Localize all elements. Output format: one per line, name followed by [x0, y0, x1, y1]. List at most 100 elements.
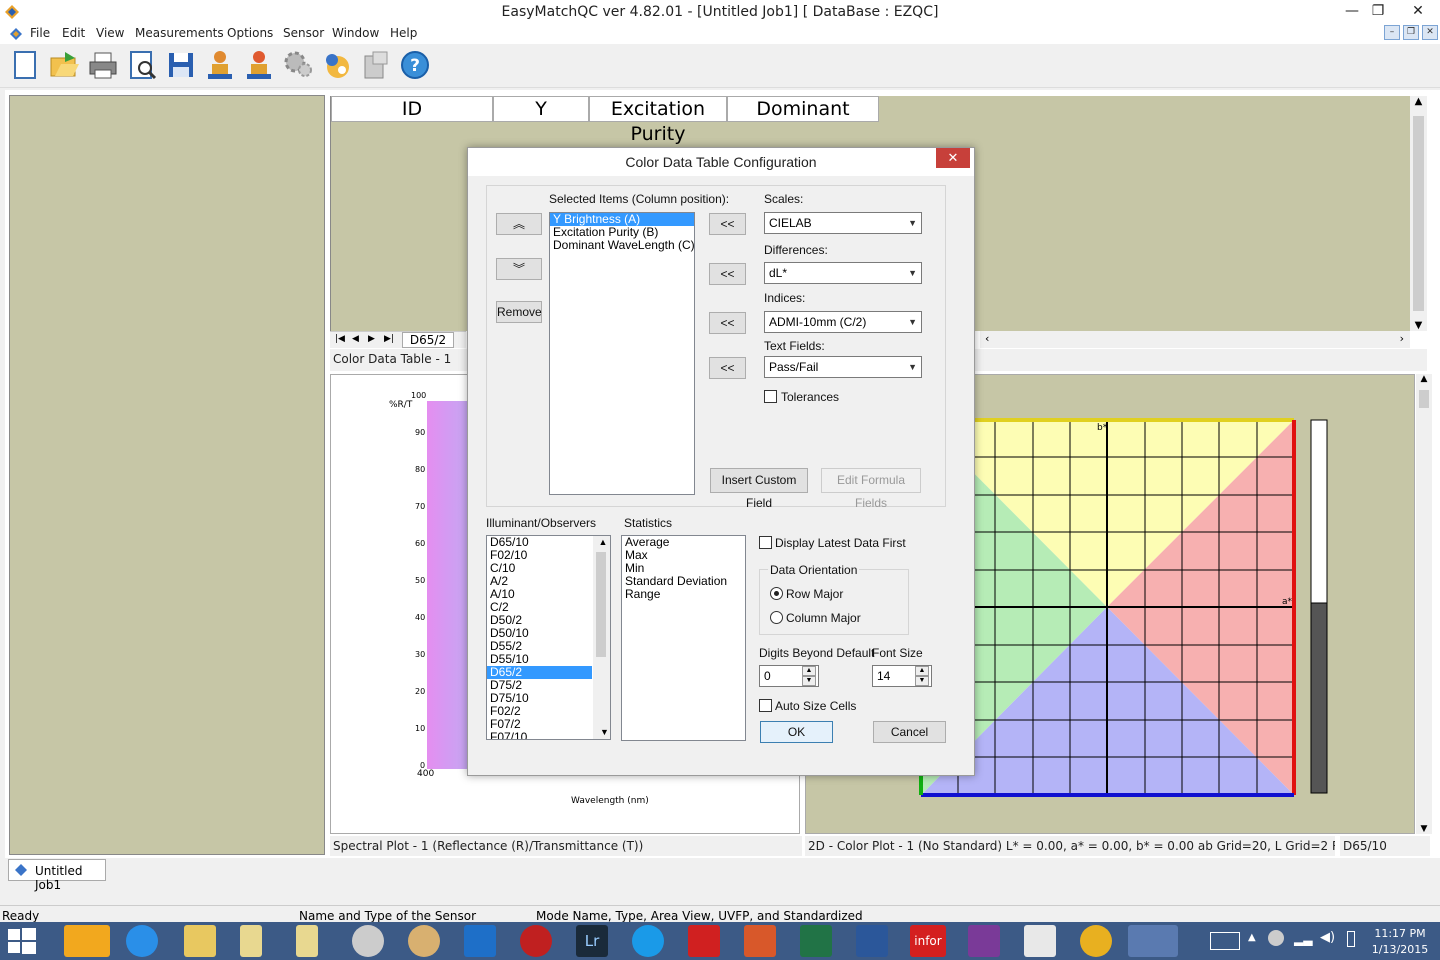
- selected-items-list[interactable]: Y Brightness (A) Excitation Purity (B) D…: [549, 212, 695, 495]
- illuminant-list[interactable]: D65/10 F02/10 C/10 A/2 A/10 C/2 D50/2 D5…: [486, 535, 611, 740]
- onenote-icon[interactable]: [968, 925, 1000, 957]
- column-major-radio[interactable]: [770, 611, 783, 624]
- open-folder-icon[interactable]: [47, 48, 81, 82]
- add-scale-button[interactable]: <<: [709, 213, 746, 235]
- pdf-icon[interactable]: [1024, 925, 1056, 957]
- excel-icon[interactable]: [800, 925, 832, 957]
- illuminant-scrollbar[interactable]: ▲ ▼: [593, 536, 610, 739]
- save-icon[interactable]: [164, 48, 198, 82]
- scroll-right-icon[interactable]: ›: [1400, 332, 1404, 345]
- app-icon[interactable]: [520, 925, 552, 957]
- ok-button[interactable]: OK: [760, 721, 833, 743]
- remove-button[interactable]: Remove: [496, 301, 542, 323]
- infor-icon[interactable]: infor: [910, 925, 946, 957]
- mdi-restore-button[interactable]: ❐: [1403, 25, 1419, 40]
- lightroom-icon[interactable]: Lr: [576, 925, 608, 957]
- mdi-minimize-button[interactable]: –: [1384, 25, 1400, 40]
- add-textfield-button[interactable]: <<: [709, 357, 746, 379]
- file-explorer-icon[interactable]: [184, 925, 216, 957]
- column-header-id[interactable]: ID: [331, 96, 493, 122]
- list-item[interactable]: Range: [622, 588, 745, 601]
- textfields-select[interactable]: Pass/Fail ▼: [764, 356, 922, 378]
- digits-up-icon[interactable]: ▲: [802, 666, 816, 676]
- calibrate-icon[interactable]: [359, 48, 393, 82]
- menu-measurements[interactable]: Measurements: [135, 26, 224, 40]
- sample-person-icon[interactable]: [242, 48, 276, 82]
- scroll-left-icon[interactable]: ‹: [985, 332, 989, 345]
- mdi-app-icon[interactable]: [8, 26, 24, 42]
- statistics-list[interactable]: Average Max Min Standard Deviation Range: [621, 535, 746, 741]
- clock-date[interactable]: 1/13/2015: [1368, 943, 1432, 956]
- chrome-icon[interactable]: [1080, 925, 1112, 957]
- job-tab-untitled-job1[interactable]: Untitled Job1: [8, 859, 106, 892]
- fontsize-up-icon[interactable]: ▲: [915, 666, 929, 676]
- table-horizontal-scrollbar[interactable]: ‹ ›: [980, 331, 1410, 348]
- list-item[interactable]: F07/10: [487, 731, 610, 740]
- add-index-button[interactable]: <<: [709, 312, 746, 334]
- menu-window[interactable]: Window: [332, 26, 379, 40]
- plot-scrollbar[interactable]: ▲ ▼: [1416, 374, 1432, 834]
- column-header-y[interactable]: Y: [493, 96, 589, 122]
- show-hidden-icon[interactable]: ▲: [1248, 932, 1256, 943]
- network-signal-icon[interactable]: ▂▃: [1294, 932, 1312, 946]
- tolerances-checkbox[interactable]: [764, 390, 777, 403]
- move-down-button[interactable]: ︾: [496, 258, 542, 280]
- digits-down-icon[interactable]: ▼: [802, 676, 816, 686]
- next-sheet-icon[interactable]: ▶: [368, 334, 375, 344]
- scales-select[interactable]: CIELAB ▼: [764, 212, 922, 234]
- acrobat-icon[interactable]: [688, 925, 720, 957]
- close-window-button[interactable]: ✕: [1396, 0, 1440, 24]
- first-sheet-icon[interactable]: |◀: [335, 334, 345, 344]
- powerpoint-icon[interactable]: [744, 925, 776, 957]
- sensor-icon[interactable]: [320, 48, 354, 82]
- paint-icon[interactable]: [408, 925, 440, 957]
- standard-person-icon[interactable]: [203, 48, 237, 82]
- notes-icon[interactable]: [240, 925, 262, 957]
- volume-icon[interactable]: ◀): [1320, 930, 1335, 945]
- print-preview-icon[interactable]: [125, 48, 159, 82]
- skype-icon[interactable]: [632, 925, 664, 957]
- prev-sheet-icon[interactable]: ◀: [352, 334, 359, 344]
- new-document-icon[interactable]: [8, 48, 42, 82]
- keyboard-icon[interactable]: [1210, 932, 1240, 950]
- last-sheet-icon[interactable]: ▶|: [384, 334, 394, 344]
- fontsize-down-icon[interactable]: ▼: [915, 676, 929, 686]
- restore-button[interactable]: ❐: [1362, 0, 1394, 24]
- gear-settings-icon[interactable]: [281, 48, 315, 82]
- help-icon[interactable]: ?: [398, 48, 432, 82]
- move-up-button[interactable]: ︽: [496, 213, 542, 235]
- onedrive-icon[interactable]: [464, 925, 496, 957]
- table-vertical-scrollbar[interactable]: ▲ ▼: [1410, 96, 1427, 331]
- differences-select[interactable]: dL* ▼: [764, 262, 922, 284]
- notes2-icon[interactable]: [296, 925, 318, 957]
- add-difference-button[interactable]: <<: [709, 263, 746, 285]
- outlook-icon[interactable]: [64, 925, 110, 957]
- clock-time[interactable]: 11:17 PM: [1368, 927, 1432, 940]
- network-icon[interactable]: [352, 925, 384, 957]
- edit-formula-fields-button[interactable]: Edit Formula Fields: [821, 468, 921, 510]
- table-scroll-thumb[interactable]: [1413, 116, 1424, 311]
- menu-sensor[interactable]: Sensor: [283, 26, 324, 40]
- sheet-tab-d65-2[interactable]: D65/2: [402, 332, 454, 348]
- easymatch-icon[interactable]: [1128, 925, 1178, 957]
- mdi-close-button[interactable]: ✕: [1422, 25, 1438, 40]
- list-item[interactable]: Dominant WaveLength (C): [550, 239, 694, 252]
- start-icon[interactable]: [8, 928, 36, 954]
- menu-edit[interactable]: Edit: [62, 26, 85, 40]
- tray-app-icon[interactable]: [1268, 930, 1284, 946]
- menu-file[interactable]: File: [30, 26, 50, 40]
- auto-size-checkbox[interactable]: [759, 699, 772, 712]
- menu-help[interactable]: Help: [390, 26, 417, 40]
- display-latest-checkbox[interactable]: [759, 536, 772, 549]
- dialog-close-button[interactable]: ✕: [936, 148, 970, 168]
- insert-custom-field-button[interactable]: Insert Custom Field: [710, 468, 808, 510]
- indices-select[interactable]: ADMI-10mm (C/2) ▼: [764, 311, 922, 333]
- battery-icon[interactable]: [1347, 931, 1355, 947]
- column-header-excitation-purity[interactable]: Excitation Purity: [589, 96, 727, 145]
- internet-explorer-icon[interactable]: [126, 925, 158, 957]
- menu-options[interactable]: Options: [227, 26, 273, 40]
- menu-view[interactable]: View: [96, 26, 124, 40]
- print-icon[interactable]: [86, 48, 120, 82]
- column-header-dominant[interactable]: Dominant: [727, 96, 879, 122]
- cancel-button[interactable]: Cancel: [873, 721, 946, 743]
